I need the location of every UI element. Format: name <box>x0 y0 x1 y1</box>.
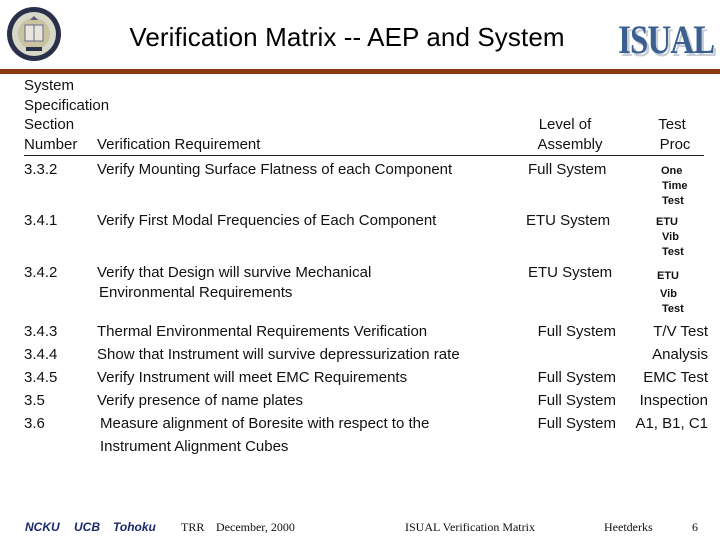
requirement-line: Verify that Design will survive Mechanic… <box>97 264 372 281</box>
proc-line: Vib <box>660 288 677 300</box>
row-requirement: Verify Mounting Surface Flatness of each… <box>97 161 453 178</box>
row-level: Full System <box>537 369 616 386</box>
row-requirement: Verify presence of name plates <box>97 392 303 409</box>
footer-event: TRR <box>181 520 205 534</box>
row-section: 3.4.3 <box>24 323 58 340</box>
page-title: Verification Matrix -- AEP and System <box>129 22 565 52</box>
row-requirement: Thermal Environmental Requirements Verif… <box>97 323 428 340</box>
header-line: Assembly <box>537 135 603 153</box>
row-level: Full System <box>537 323 616 340</box>
row-requirement: Verify First Modal Frequencies of Each C… <box>97 212 437 229</box>
row-section: 3.3.2 <box>24 161 58 178</box>
header-divider <box>24 155 704 156</box>
header-line: Proc <box>659 135 691 153</box>
row-requirement: Instrument Alignment Cubes <box>100 438 289 455</box>
proc-line: One <box>661 165 683 177</box>
row-section: 3.4.5 <box>24 369 58 386</box>
proc-line: Test <box>662 195 684 207</box>
row-proc: ETU Vib Test <box>657 267 684 315</box>
proc-line: Vib <box>662 231 679 243</box>
footer-date: December, 2000 <box>216 520 295 534</box>
row-requirement: Measure alignment of Boresite with respe… <box>100 415 430 432</box>
row-proc: Analysis <box>652 346 708 363</box>
title-divider <box>0 69 720 74</box>
column-header-level: Level of Assembly <box>530 115 610 154</box>
proc-line: ETU <box>657 270 679 282</box>
footer-org-tohoku: Tohoku <box>113 520 156 534</box>
row-section: 3.6 <box>24 415 45 432</box>
requirement-column-block: Thermal Environmental Requirements Verif… <box>97 320 460 458</box>
proc-line: Test <box>662 246 684 258</box>
row-level: Full System <box>528 161 607 178</box>
row-proc: A1, B1, C1 <box>635 415 708 432</box>
row-proc: Inspection <box>639 392 708 409</box>
section-column-block: 3.4.3 3.4.4 3.4.5 3.5 3.6 <box>24 320 57 435</box>
header-line: Test <box>658 116 686 133</box>
footer-org-ucb: UCB <box>74 520 100 534</box>
row-level <box>526 343 616 366</box>
isual-logo: ISUAL <box>617 17 715 62</box>
row-requirement: Verify that Design will survive Mechanic… <box>97 263 371 303</box>
requirement-line: Environmental Requirements <box>99 284 293 301</box>
proc-line: Time <box>662 180 688 192</box>
row-level: ETU System <box>528 264 613 281</box>
header-line: Specification <box>24 96 110 114</box>
level-column-block: Full System Full System Full System Full… <box>526 320 616 435</box>
row-level: ETU System <box>526 212 611 229</box>
row-requirement: Verify Instrument will meet EMC Requirem… <box>97 369 408 386</box>
proc-line: Test <box>662 303 684 315</box>
page-number: 6 <box>692 520 698 534</box>
row-proc: T/V Test <box>653 323 708 340</box>
row-level: Full System <box>537 392 616 409</box>
footer-author: Heetderks <box>604 520 653 534</box>
header-line: Section <box>24 116 75 133</box>
proc-line: ETU <box>656 216 678 228</box>
row-proc: ETU Vib Test <box>656 215 684 260</box>
row-section: 3.4.2 <box>24 264 58 281</box>
row-section: 3.4.1 <box>24 212 58 229</box>
column-header-requirement: Verification Requirement <box>97 135 261 153</box>
header-line: Level of <box>538 116 592 133</box>
column-header-proc: Test Proc <box>650 115 700 154</box>
proc-column-block: T/V Test Analysis EMC Test Inspection A1… <box>620 320 708 435</box>
footer-org-ncku: NCKU <box>25 520 60 534</box>
header-line: System <box>24 77 75 94</box>
row-proc: One Time Test <box>661 164 687 209</box>
row-section: 3.4.4 <box>24 346 58 363</box>
footer-doc-title: ISUAL Verification Matrix <box>405 520 535 534</box>
row-level: Full System <box>537 415 616 432</box>
row-requirement: Show that Instrument will survive depres… <box>97 346 460 363</box>
row-proc: EMC Test <box>643 369 708 386</box>
row-section: 3.5 <box>24 392 45 409</box>
